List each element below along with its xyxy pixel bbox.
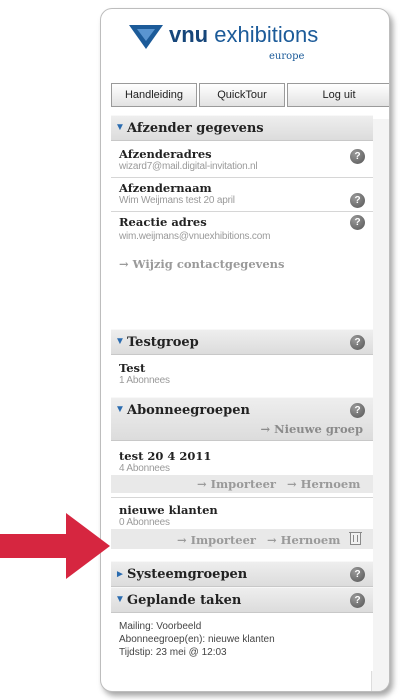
- section-title: Testgroep: [127, 335, 199, 350]
- section-title: Abonneegroepen: [127, 403, 250, 418]
- manual-button[interactable]: Handleiding: [111, 83, 197, 107]
- section-header-system-groups[interactable]: ► Systeemgroepen ?: [111, 561, 373, 587]
- red-pointer-arrow: [0, 513, 110, 579]
- rename-link[interactable]: → Hernoem: [287, 477, 360, 491]
- divider: [111, 177, 373, 178]
- help-icon[interactable]: ?: [350, 593, 365, 608]
- task-time: Tijdstip: 23 mei @ 12:03: [119, 647, 227, 658]
- group-count: 4 Abonnees: [119, 463, 170, 474]
- help-icon[interactable]: ?: [350, 403, 365, 418]
- expanded-triangle-icon: ▼: [115, 404, 125, 415]
- top-toolbar: Handleiding QuickTour Log uit: [111, 83, 389, 109]
- section-title: Systeemgroepen: [127, 567, 248, 582]
- section-title: Geplande taken: [127, 593, 242, 608]
- section-header-subscriber-groups[interactable]: ▼ Abonneegroepen ? → Nieuwe groep: [111, 397, 373, 441]
- testgroup-count: 1 Abonnees: [119, 375, 170, 386]
- reply-address-label: Reactie adres: [119, 215, 207, 229]
- group-count: 0 Abonnees: [119, 517, 170, 528]
- import-link[interactable]: → Importeer: [197, 477, 276, 491]
- logout-button[interactable]: Log uit: [287, 83, 389, 107]
- help-icon[interactable]: ?: [350, 193, 365, 208]
- section-body-scheduled-tasks: Mailing: Voorbeeld Abonneegroep(en): nie…: [111, 613, 373, 671]
- group-name[interactable]: nieuwe klanten: [119, 503, 218, 517]
- divider: [111, 211, 373, 212]
- logo-subtitle: europe: [269, 51, 305, 62]
- expanded-triangle-icon: ▼: [115, 336, 125, 347]
- task-mailing: Mailing: Voorbeeld: [119, 621, 202, 632]
- section-body-subscriber-groups: test 20 4 2011 4 Abonnees → Importeer → …: [111, 441, 373, 561]
- expanded-triangle-icon: ▼: [115, 594, 125, 605]
- sidebar-panel: vnu exhibitions europe Handleiding Quick…: [100, 8, 390, 692]
- sender-name-label: Afzendernaam: [119, 181, 212, 195]
- sender-address-label: Afzenderadres: [119, 147, 212, 161]
- logo-mark-icon: [129, 25, 163, 49]
- content-edge: [371, 119, 389, 691]
- help-icon[interactable]: ?: [350, 335, 365, 350]
- section-header-sender[interactable]: ▼ Afzender gegevens: [111, 115, 373, 141]
- new-group-link[interactable]: → Nieuwe groep: [260, 422, 363, 436]
- sender-address-value: wizard7@mail.digital-invitation.nl: [119, 161, 258, 172]
- logo-text: vnu exhibitions: [169, 22, 319, 47]
- vnu-logo: vnu exhibitions europe: [129, 21, 379, 71]
- testgroup-name[interactable]: Test: [119, 361, 145, 375]
- help-icon[interactable]: ?: [350, 149, 365, 164]
- help-icon[interactable]: ?: [350, 567, 365, 582]
- sidebar: ▼ Afzender gegevens Afzenderadres ? wiza…: [111, 115, 373, 671]
- divider: [111, 497, 373, 498]
- reply-address-value: wim.weijmans@vnuexhibitions.com: [119, 231, 271, 242]
- collapsed-triangle-icon: ►: [115, 569, 125, 580]
- import-link[interactable]: → Importeer: [177, 533, 256, 547]
- sender-name-value: Wim Weijmans test 20 april: [119, 195, 235, 206]
- section-header-scheduled-tasks[interactable]: ▼ Geplande taken ?: [111, 587, 373, 613]
- section-body-testgroup: Test 1 Abonnees: [111, 355, 373, 397]
- section-header-testgroup[interactable]: ▼ Testgroep ?: [111, 329, 373, 355]
- task-groups: Abonneegroep(en): nieuwe klanten: [119, 634, 275, 645]
- change-contact-link[interactable]: → Wijzig contactgegevens: [119, 257, 285, 271]
- section-body-sender: Afzenderadres ? wizard7@mail.digital-inv…: [111, 141, 373, 329]
- help-icon[interactable]: ?: [350, 215, 365, 230]
- group-name[interactable]: test 20 4 2011: [119, 449, 211, 463]
- expanded-triangle-icon: ▼: [115, 122, 125, 133]
- rename-link[interactable]: → Hernoem: [267, 533, 340, 547]
- delete-group-icon[interactable]: [349, 530, 363, 546]
- section-title: Afzender gegevens: [127, 121, 264, 136]
- quicktour-button[interactable]: QuickTour: [199, 83, 285, 107]
